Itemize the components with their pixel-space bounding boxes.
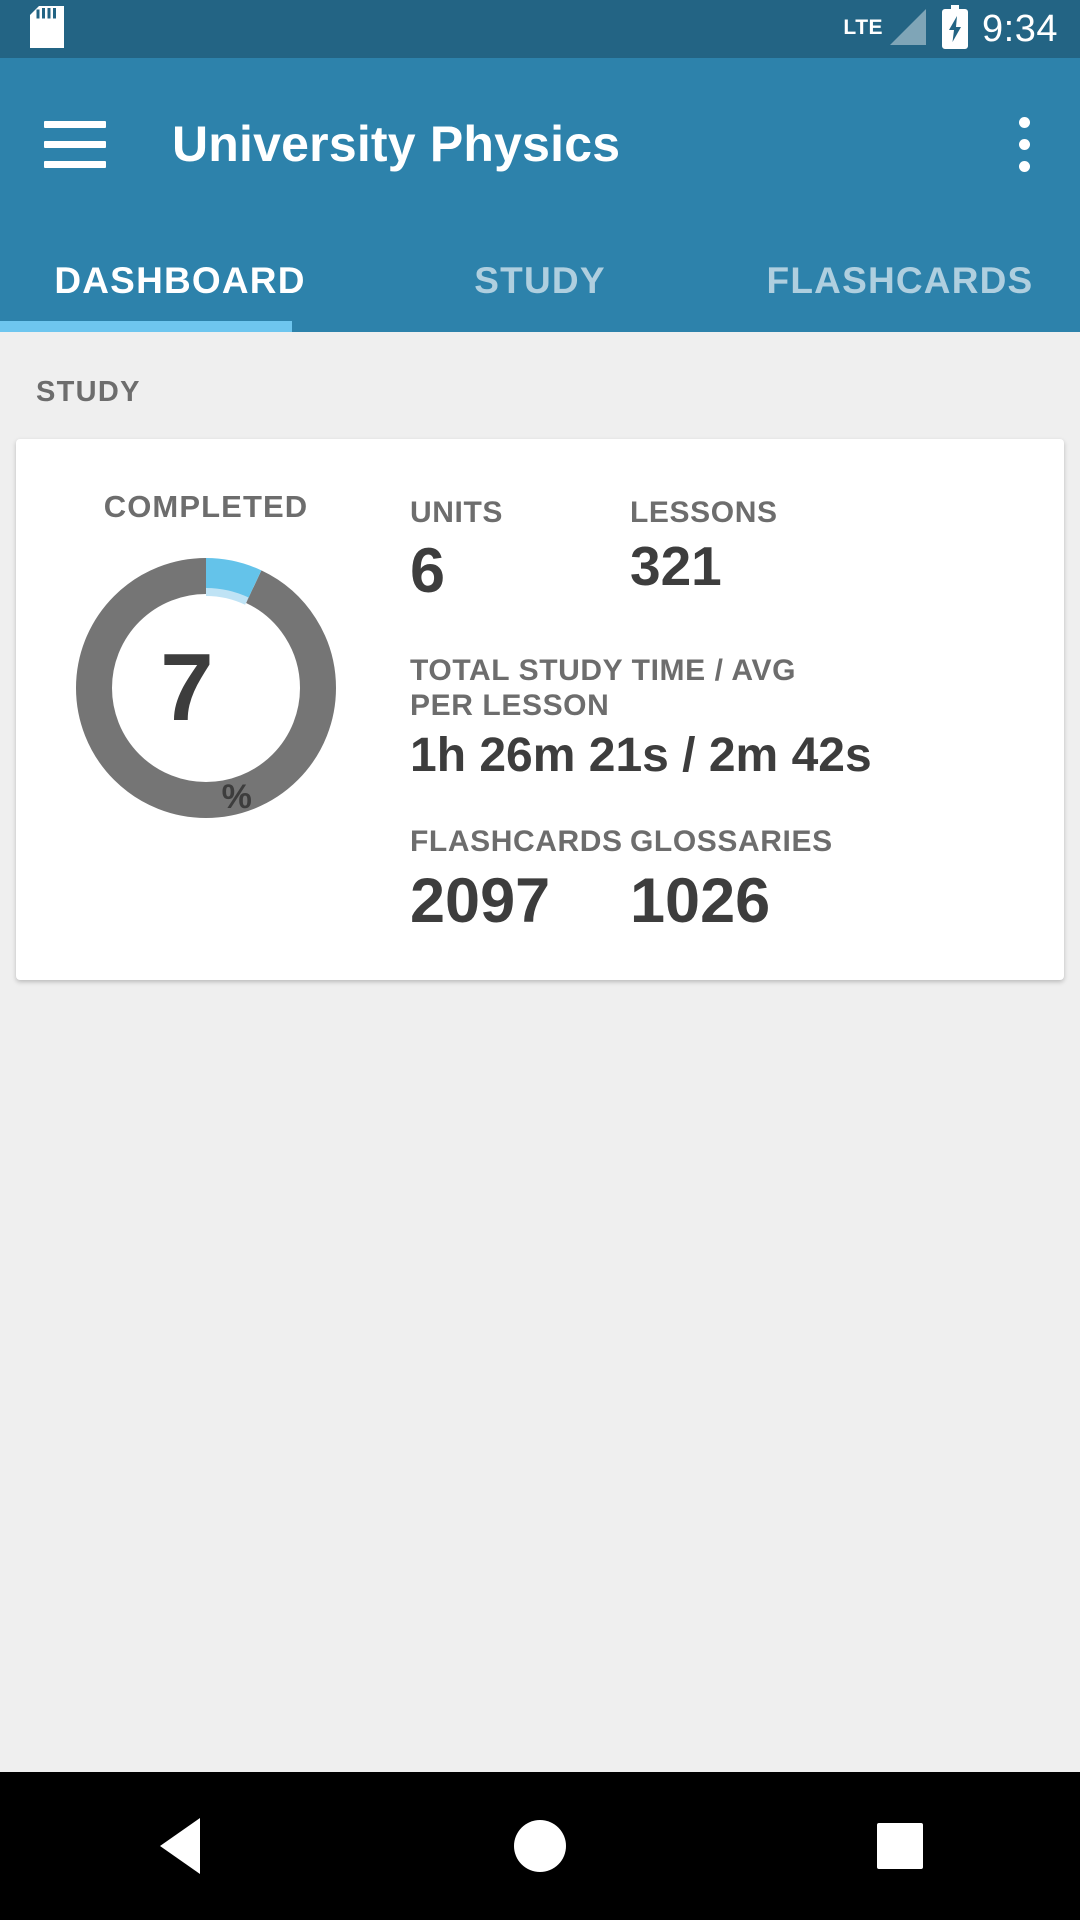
home-circle [514, 1820, 566, 1872]
tab-flashcards[interactable]: FLASHCARDS [720, 230, 1080, 332]
overflow-dot [1019, 160, 1030, 172]
overflow-dot [1019, 138, 1030, 150]
stat-glossaries: GLOSSARIES 1026 [630, 824, 833, 938]
study-stats-card: COMPLETED 7 % UNITS 6 LESSONS 321 TOTAL … [16, 439, 1064, 980]
stat-lessons-value: 321 [630, 535, 722, 598]
stats-row-flashcards-glossaries: FLASHCARDS 2097 GLOSSARIES 1026 [410, 824, 1044, 938]
tab-dashboard[interactable]: DASHBOARD [0, 230, 360, 332]
stat-study-time-label-line1: TOTAL STUDY TIME / AVG [410, 653, 797, 687]
battery-charging-icon [942, 4, 969, 54]
status-bar-left [30, 5, 64, 53]
donut-center-value: 7 % [65, 547, 347, 829]
stat-lessons-label: LESSONS [630, 496, 778, 529]
stat-lessons: LESSONS 321 [630, 495, 778, 609]
back-triangle [160, 1818, 200, 1874]
completion-donut-block: COMPLETED 7 % [16, 467, 396, 938]
signal-triangle-icon [888, 7, 928, 52]
hamburger-menu-icon[interactable] [44, 120, 106, 168]
completion-donut-chart: 7 % [65, 547, 347, 829]
hamburger-line [44, 140, 106, 148]
hamburger-line [44, 120, 106, 128]
stat-units-label: UNITS [410, 496, 503, 529]
recents-nav-icon[interactable] [840, 1823, 960, 1869]
stat-glossaries-value: 1026 [630, 865, 771, 936]
stat-study-time-label-line2: PER LESSON [410, 689, 610, 723]
tab-bar: DASHBOARD STUDY FLASHCARDS [0, 230, 1080, 332]
sd-card-icon [30, 5, 64, 53]
stats-row-units-lessons: UNITS 6 LESSONS 321 [410, 495, 1044, 609]
stat-units-value: 6 [410, 536, 446, 607]
section-header-study: STUDY [36, 376, 141, 408]
back-nav-icon[interactable] [120, 1818, 240, 1874]
hamburger-line [44, 160, 106, 168]
percent-sign: % [221, 778, 252, 816]
page-title: University Physics [172, 116, 621, 172]
completed-label: COMPLETED [103, 489, 309, 524]
stat-study-time-value: 1h 26m 21s / 2m 42s [410, 728, 872, 782]
app-bar: University Physics [0, 58, 1080, 230]
stat-flashcards: FLASHCARDS 2097 [410, 824, 630, 938]
lte-label: LTE [843, 15, 884, 39]
android-navigation-bar [0, 1772, 1080, 1920]
content-area: STUDY COMPLETED 7 % UNITS 6 LESSONS 321 … [0, 332, 1080, 1542]
overflow-dot [1019, 116, 1030, 128]
tab-active-indicator [0, 321, 292, 332]
recents-square [877, 1823, 923, 1869]
status-bar: LTE 9:34 [0, 0, 1080, 58]
stat-flashcards-label: FLASHCARDS [410, 825, 623, 859]
app-screen: LTE 9:34 University Physics DASHBOARD ST… [0, 0, 1080, 1920]
stat-glossaries-label: GLOSSARIES [630, 825, 833, 859]
stat-study-time: TOTAL STUDY TIME / AVG PER LESSON 1h 26m… [410, 653, 1044, 784]
stat-units: UNITS 6 [410, 495, 630, 609]
overflow-menu-icon[interactable] [1005, 107, 1044, 182]
completion-percent-number: 7 [160, 634, 214, 741]
status-bar-right: LTE 9:34 [843, 4, 1058, 54]
stat-flashcards-value: 2097 [410, 865, 551, 936]
stats-column: UNITS 6 LESSONS 321 TOTAL STUDY TIME / A… [396, 467, 1064, 938]
status-bar-clock: 9:34 [982, 8, 1058, 50]
network-status: LTE [843, 7, 928, 52]
tab-study[interactable]: STUDY [360, 230, 720, 332]
home-nav-icon[interactable] [480, 1820, 600, 1872]
